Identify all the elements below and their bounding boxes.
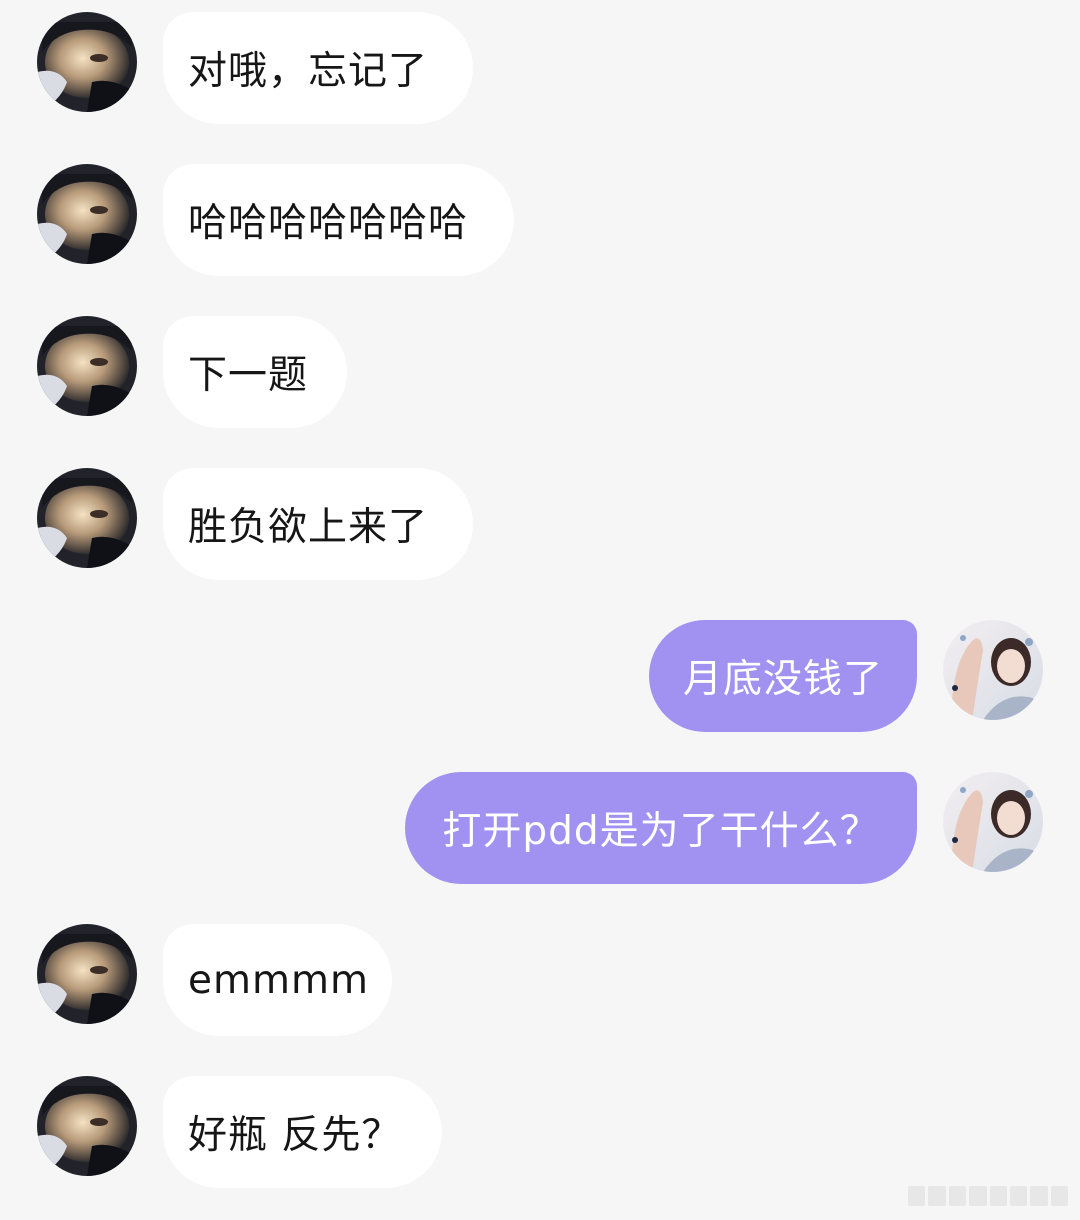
message-bubble-incoming[interactable]: 对哦，忘记了 [163, 12, 473, 124]
message-text: 对哦，忘记了 [188, 49, 429, 94]
message-bubble-incoming[interactable]: 下一题 [163, 316, 347, 428]
message-bubble-outgoing[interactable]: 月底没钱了 [649, 620, 917, 732]
message-bubble-outgoing[interactable]: 打开pdd是为了干什么？ [405, 772, 917, 884]
message-row: 胜负欲上来了 [0, 468, 1080, 580]
message-text: 胜负欲上来了 [188, 505, 429, 550]
message-bubble-incoming[interactable]: emmmm [163, 924, 392, 1036]
contact-avatar-photo [37, 316, 137, 416]
contact-avatar-photo [37, 12, 137, 112]
self-avatar-photo [943, 620, 1043, 720]
message-row: emmmm [0, 924, 1080, 1036]
contact-avatar[interactable] [37, 316, 137, 416]
contact-avatar[interactable] [37, 12, 137, 112]
contact-avatar-photo [37, 468, 137, 568]
message-row: 哈哈哈哈哈哈哈 [0, 164, 1080, 276]
message-bubble-incoming[interactable]: 好瓶 反先？ [163, 1076, 442, 1188]
message-row: 下一题 [0, 316, 1080, 428]
contact-avatar-photo [37, 164, 137, 264]
self-avatar[interactable] [943, 620, 1043, 720]
message-text: 下一题 [188, 353, 309, 398]
self-avatar[interactable] [943, 772, 1043, 872]
contact-avatar[interactable] [37, 164, 137, 264]
contact-avatar[interactable] [37, 468, 137, 568]
contact-avatar-photo [37, 924, 137, 1024]
contact-avatar[interactable] [37, 924, 137, 1024]
message-text: 月底没钱了 [682, 657, 883, 702]
message-row: 月底没钱了 [0, 620, 1080, 732]
message-bubble-incoming[interactable]: 哈哈哈哈哈哈哈 [163, 164, 514, 276]
message-text: emmmm [188, 957, 369, 1003]
contact-avatar[interactable] [37, 1076, 137, 1176]
message-row: 打开pdd是为了干什么？ [0, 772, 1080, 884]
contact-avatar-photo [37, 1076, 137, 1176]
message-text: 好瓶 反先？ [188, 1113, 402, 1158]
watermark-logo [908, 1186, 1068, 1206]
message-bubble-incoming[interactable]: 胜负欲上来了 [163, 468, 473, 580]
message-row: 好瓶 反先？ [0, 1076, 1080, 1188]
message-text: 哈哈哈哈哈哈哈 [188, 201, 469, 246]
message-text: 打开pdd是为了干什么？ [442, 809, 880, 854]
message-row: 对哦，忘记了 [0, 12, 1080, 124]
self-avatar-photo [943, 772, 1043, 872]
